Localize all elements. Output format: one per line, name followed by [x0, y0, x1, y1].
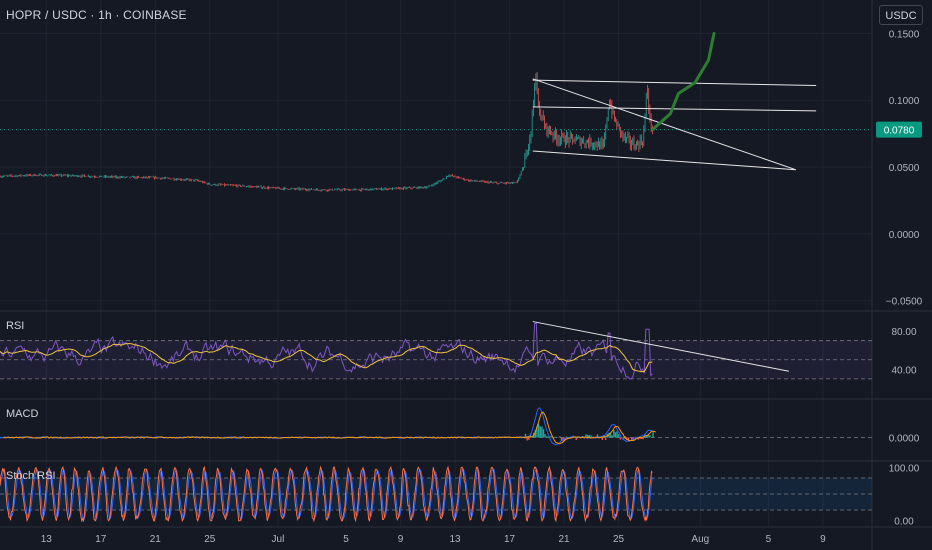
- x-tick-8: 17: [504, 534, 516, 545]
- macd-bar-1: [526, 437, 528, 441]
- stoch-y-tick-0: 100.00: [889, 463, 920, 474]
- macd-bar-2: [528, 437, 530, 440]
- stoch-rsi-pane-title: Stoch RSI: [6, 470, 56, 482]
- x-tick-9: 21: [559, 534, 571, 545]
- macd-histogram: [524, 423, 654, 442]
- macd-bar-9: [539, 426, 541, 438]
- stoch-y-tick-1: 0.00: [894, 517, 914, 528]
- x-tick-11: Aug: [691, 534, 709, 545]
- x-tick-5: 5: [343, 534, 349, 545]
- grid: [0, 0, 872, 526]
- x-tick-7: 13: [450, 534, 462, 545]
- macd-bar-18: [554, 436, 556, 438]
- price-y-tick-1: 0.1000: [889, 96, 920, 107]
- macd-bar-72: [642, 437, 644, 440]
- price-y-tick-2: 0.0500: [889, 163, 920, 174]
- price-trendline-0[interactable]: [532, 79, 817, 87]
- macd-pane-title: MACD: [6, 408, 39, 420]
- macd-line: [0, 407, 653, 446]
- price-trendline-2[interactable]: [532, 78, 796, 171]
- x-tick-6: 9: [398, 534, 404, 545]
- price-candles: [0, 72, 653, 192]
- macd-bar-60: [622, 437, 625, 439]
- x-tick-1: 17: [95, 534, 107, 545]
- macd-bar-55: [614, 432, 617, 438]
- x-tick-12: 5: [766, 534, 772, 545]
- rsi-y-tick-0: 80.00: [891, 327, 916, 338]
- x-tick-2: 21: [150, 534, 162, 545]
- macd-bar-10: [541, 426, 543, 438]
- macd-y-tick-0: 0.0000: [889, 434, 920, 445]
- x-tick-10: 25: [613, 534, 625, 545]
- macd-bar-78: [652, 432, 654, 438]
- x-tick-0: 13: [41, 534, 53, 545]
- price-y-tick-4: −0.0500: [886, 297, 923, 308]
- macd-bar-8: [537, 423, 540, 438]
- currency-button[interactable]: USDC: [879, 5, 923, 25]
- macd-bar-57: [618, 434, 620, 438]
- macd-bar-21: [559, 436, 561, 438]
- macd-bar-47: [601, 437, 604, 441]
- x-tick-13: 9: [820, 534, 826, 545]
- chart-canvas[interactable]: 0.0780 0.1500 0.1000 0.0500 0.0000 −0.0500 80.…: [0, 0, 932, 550]
- macd-bar-25: [565, 436, 568, 438]
- x-tick-3: 25: [204, 534, 216, 545]
- rsi-pane-title: RSI: [6, 320, 25, 332]
- macd-bar-49: [604, 437, 607, 440]
- current-price-label: 0.0780: [884, 126, 915, 137]
- price-y-tick-0: 0.1500: [889, 29, 920, 40]
- symbol-title: HOPR / USDC · 1h · COINBASE: [6, 8, 187, 22]
- x-tick-4: Jul: [272, 534, 285, 545]
- macd-bar-56: [616, 431, 618, 438]
- macd-bar-53: [611, 435, 613, 438]
- projection-path[interactable]: [651, 31, 716, 132]
- rsi-y-tick-1: 40.00: [891, 365, 916, 376]
- price-y-tick-3: 0.0000: [889, 230, 920, 241]
- macd-bar-13: [546, 436, 548, 438]
- macd-bar-12: [544, 434, 546, 438]
- macd-bar-76: [649, 435, 651, 438]
- macd-bar-54: [613, 429, 615, 438]
- macd-bar-11: [542, 429, 545, 438]
